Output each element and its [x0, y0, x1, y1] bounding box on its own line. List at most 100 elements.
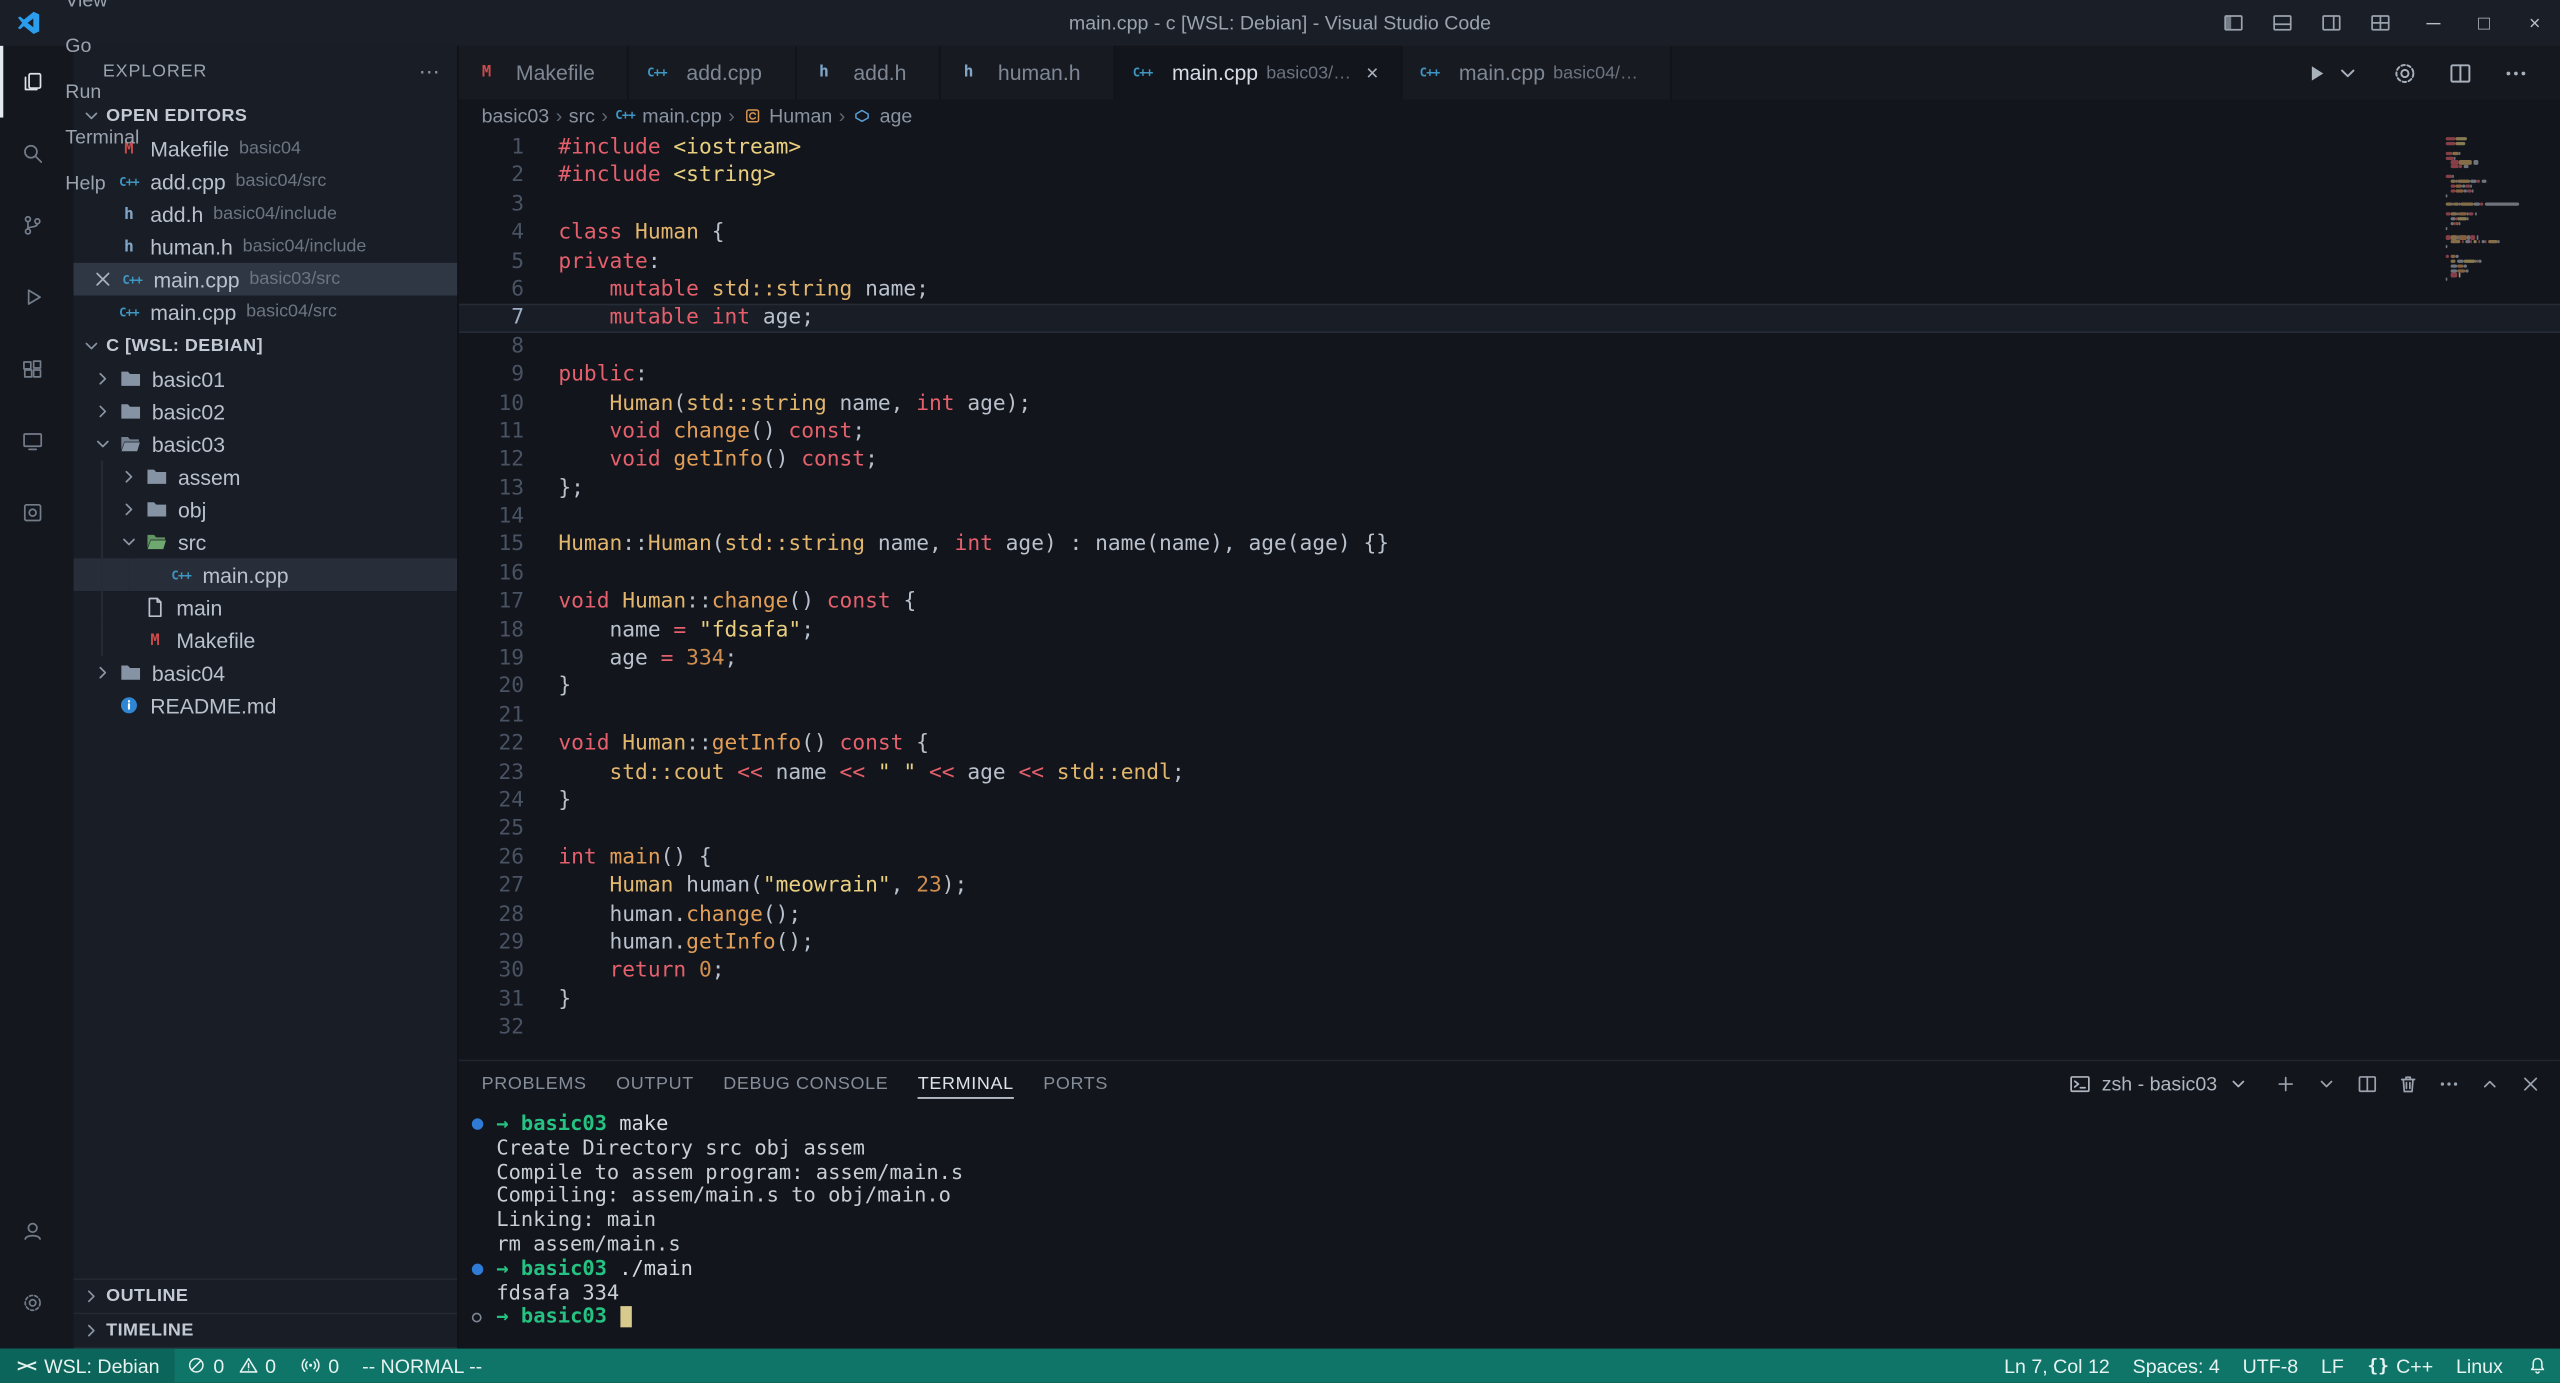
line-number[interactable]: 1 [459, 134, 524, 162]
line-number[interactable]: 12 [459, 446, 524, 474]
code-line-7[interactable]: 7 mutable int age; [459, 304, 2560, 332]
line-number[interactable]: 28 [459, 900, 524, 928]
breadcrumb-src[interactable]: src [569, 104, 595, 127]
activity-make-tools[interactable] [0, 477, 73, 549]
code-line-31[interactable]: 31} [459, 986, 2560, 1014]
line-number[interactable]: 11 [459, 418, 524, 446]
line-number[interactable]: 15 [459, 531, 524, 559]
activity-remote-explorer[interactable] [0, 405, 73, 477]
tree-item-assem[interactable]: assem [73, 460, 457, 493]
code-line-17[interactable]: 17void Human::change() const { [459, 588, 2560, 616]
code-line-2[interactable]: 2#include <string> [459, 162, 2560, 190]
code-line-27[interactable]: 27 Human human("meowrain", 23); [459, 872, 2560, 900]
split-editor[interactable] [2447, 60, 2481, 86]
line-number[interactable]: 26 [459, 844, 524, 872]
code-line-19[interactable]: 19 age = 334; [459, 645, 2560, 673]
line-number[interactable]: 7 [459, 304, 524, 332]
menu-help[interactable]: Help [52, 160, 159, 206]
tree-item-basic03[interactable]: basic03 [73, 428, 457, 461]
toggle-secondary-sidebar[interactable] [2310, 0, 2359, 46]
line-number[interactable]: 32 [459, 1014, 524, 1042]
panel-tab-problems[interactable]: PROBLEMS [482, 1061, 587, 1105]
eol[interactable]: LF [2310, 1349, 2356, 1383]
command-decoration-icon[interactable] [472, 1312, 496, 1322]
line-number[interactable]: 13 [459, 475, 524, 503]
tree-item-basic04[interactable]: basic04 [73, 656, 457, 689]
close-editor-icon[interactable] [90, 266, 116, 292]
close-panel-icon[interactable] [2518, 1070, 2544, 1096]
code-line-29[interactable]: 29 human.getInfo(); [459, 929, 2560, 957]
menu-terminal[interactable]: Terminal [52, 114, 159, 160]
code-line-25[interactable]: 25 [459, 815, 2560, 843]
open-editor-main.cpp[interactable]: C++main.cppbasic04/src [73, 296, 457, 329]
code-line-28[interactable]: 28 human.change(); [459, 900, 2560, 928]
line-number[interactable]: 9 [459, 361, 524, 389]
line-number[interactable]: 31 [459, 986, 524, 1014]
tree-item-obj[interactable]: obj [73, 493, 457, 526]
line-number[interactable]: 18 [459, 617, 524, 645]
code-line-24[interactable]: 24} [459, 787, 2560, 815]
code-line-32[interactable]: 32 [459, 1014, 2560, 1042]
tab-add.cpp[interactable]: C++add.cpp [629, 46, 796, 100]
language-mode[interactable]: {}C++ [2355, 1349, 2444, 1383]
outline-header[interactable]: OUTLINE [73, 1280, 457, 1314]
tree-item-readme.md[interactable]: README.md [73, 689, 457, 722]
code-line-20[interactable]: 20} [459, 673, 2560, 701]
close-tab-icon[interactable]: × [1359, 60, 1385, 84]
breadcrumb-human[interactable]: Human [741, 104, 832, 127]
command-decoration-icon[interactable] [472, 1118, 496, 1129]
line-number[interactable]: 16 [459, 560, 524, 588]
menu-go[interactable]: Go [52, 23, 159, 69]
remote-os[interactable]: Linux [2445, 1349, 2515, 1383]
menu-view[interactable]: View [52, 0, 159, 23]
breadcrumb-main.cpp[interactable]: C++main.cpp [614, 104, 721, 127]
open-editor-human.h[interactable]: hhuman.hbasic04/include [73, 230, 457, 263]
line-number[interactable]: 21 [459, 702, 524, 730]
activity-extensions[interactable] [0, 333, 73, 405]
tree-item-makefile[interactable]: MMakefile [73, 624, 457, 657]
code-line-23[interactable]: 23 std::cout << name << " " << age << st… [459, 759, 2560, 787]
line-number[interactable]: 20 [459, 673, 524, 701]
breadcrumb-basic03[interactable]: basic03 [482, 104, 550, 127]
code-line-18[interactable]: 18 name = "fdsafa"; [459, 617, 2560, 645]
command-decoration-icon[interactable] [472, 1263, 496, 1274]
split-terminal-icon[interactable] [2354, 1070, 2380, 1096]
vim-mode-indicator[interactable]: -- NORMAL -- [351, 1349, 494, 1383]
kill-terminal-icon[interactable] [2395, 1070, 2421, 1096]
minimap[interactable] [2446, 137, 2541, 287]
line-number[interactable]: 30 [459, 957, 524, 985]
line-number[interactable]: 14 [459, 503, 524, 531]
tab-human.h[interactable]: hhuman.h [941, 46, 1115, 100]
toggle-panel[interactable] [2261, 0, 2310, 46]
code-line-3[interactable]: 3 [459, 191, 2560, 219]
notifications[interactable] [2514, 1349, 2560, 1383]
sidebar-more-actions[interactable]: ⋯ [419, 59, 441, 85]
code-line-14[interactable]: 14 [459, 503, 2560, 531]
tree-item-src[interactable]: src [73, 526, 457, 559]
line-number[interactable]: 2 [459, 162, 524, 190]
problems-indicator[interactable]: 00 [174, 1349, 287, 1383]
cursor-position[interactable]: Ln 7, Col 12 [1993, 1349, 2122, 1383]
encoding[interactable]: UTF-8 [2231, 1349, 2309, 1383]
code-line-9[interactable]: 9public: [459, 361, 2560, 389]
code-line-26[interactable]: 26int main() { [459, 844, 2560, 872]
line-number[interactable]: 4 [459, 219, 524, 247]
terminal-selector[interactable]: zsh - basic03 [2067, 1070, 2251, 1096]
tab-makefile[interactable]: MMakefile [459, 46, 629, 100]
code-line-12[interactable]: 12 void getInfo() const; [459, 446, 2560, 474]
menu-run[interactable]: Run [52, 69, 159, 115]
line-number[interactable]: 3 [459, 191, 524, 219]
tree-item-main[interactable]: main [73, 591, 457, 624]
code-line-1[interactable]: 1#include <iostream> [459, 134, 2560, 162]
open-editor-main.cpp[interactable]: C++main.cppbasic03/src [73, 263, 457, 296]
ports-indicator[interactable]: 0 [287, 1349, 350, 1383]
tab-main.cpp-basic03[interactable]: C++main.cppbasic03/…× [1115, 46, 1402, 100]
line-number[interactable]: 6 [459, 276, 524, 304]
code-line-5[interactable]: 5private: [459, 247, 2560, 275]
line-number[interactable]: 22 [459, 730, 524, 758]
run-cpp-file[interactable] [2302, 60, 2371, 86]
activity-run-and-debug[interactable] [0, 261, 73, 333]
indentation[interactable]: Spaces: 4 [2121, 1349, 2231, 1383]
code-line-22[interactable]: 22void Human::getInfo() const { [459, 730, 2560, 758]
workspace-header[interactable]: C [WSL: DEBIAN] [73, 328, 457, 362]
